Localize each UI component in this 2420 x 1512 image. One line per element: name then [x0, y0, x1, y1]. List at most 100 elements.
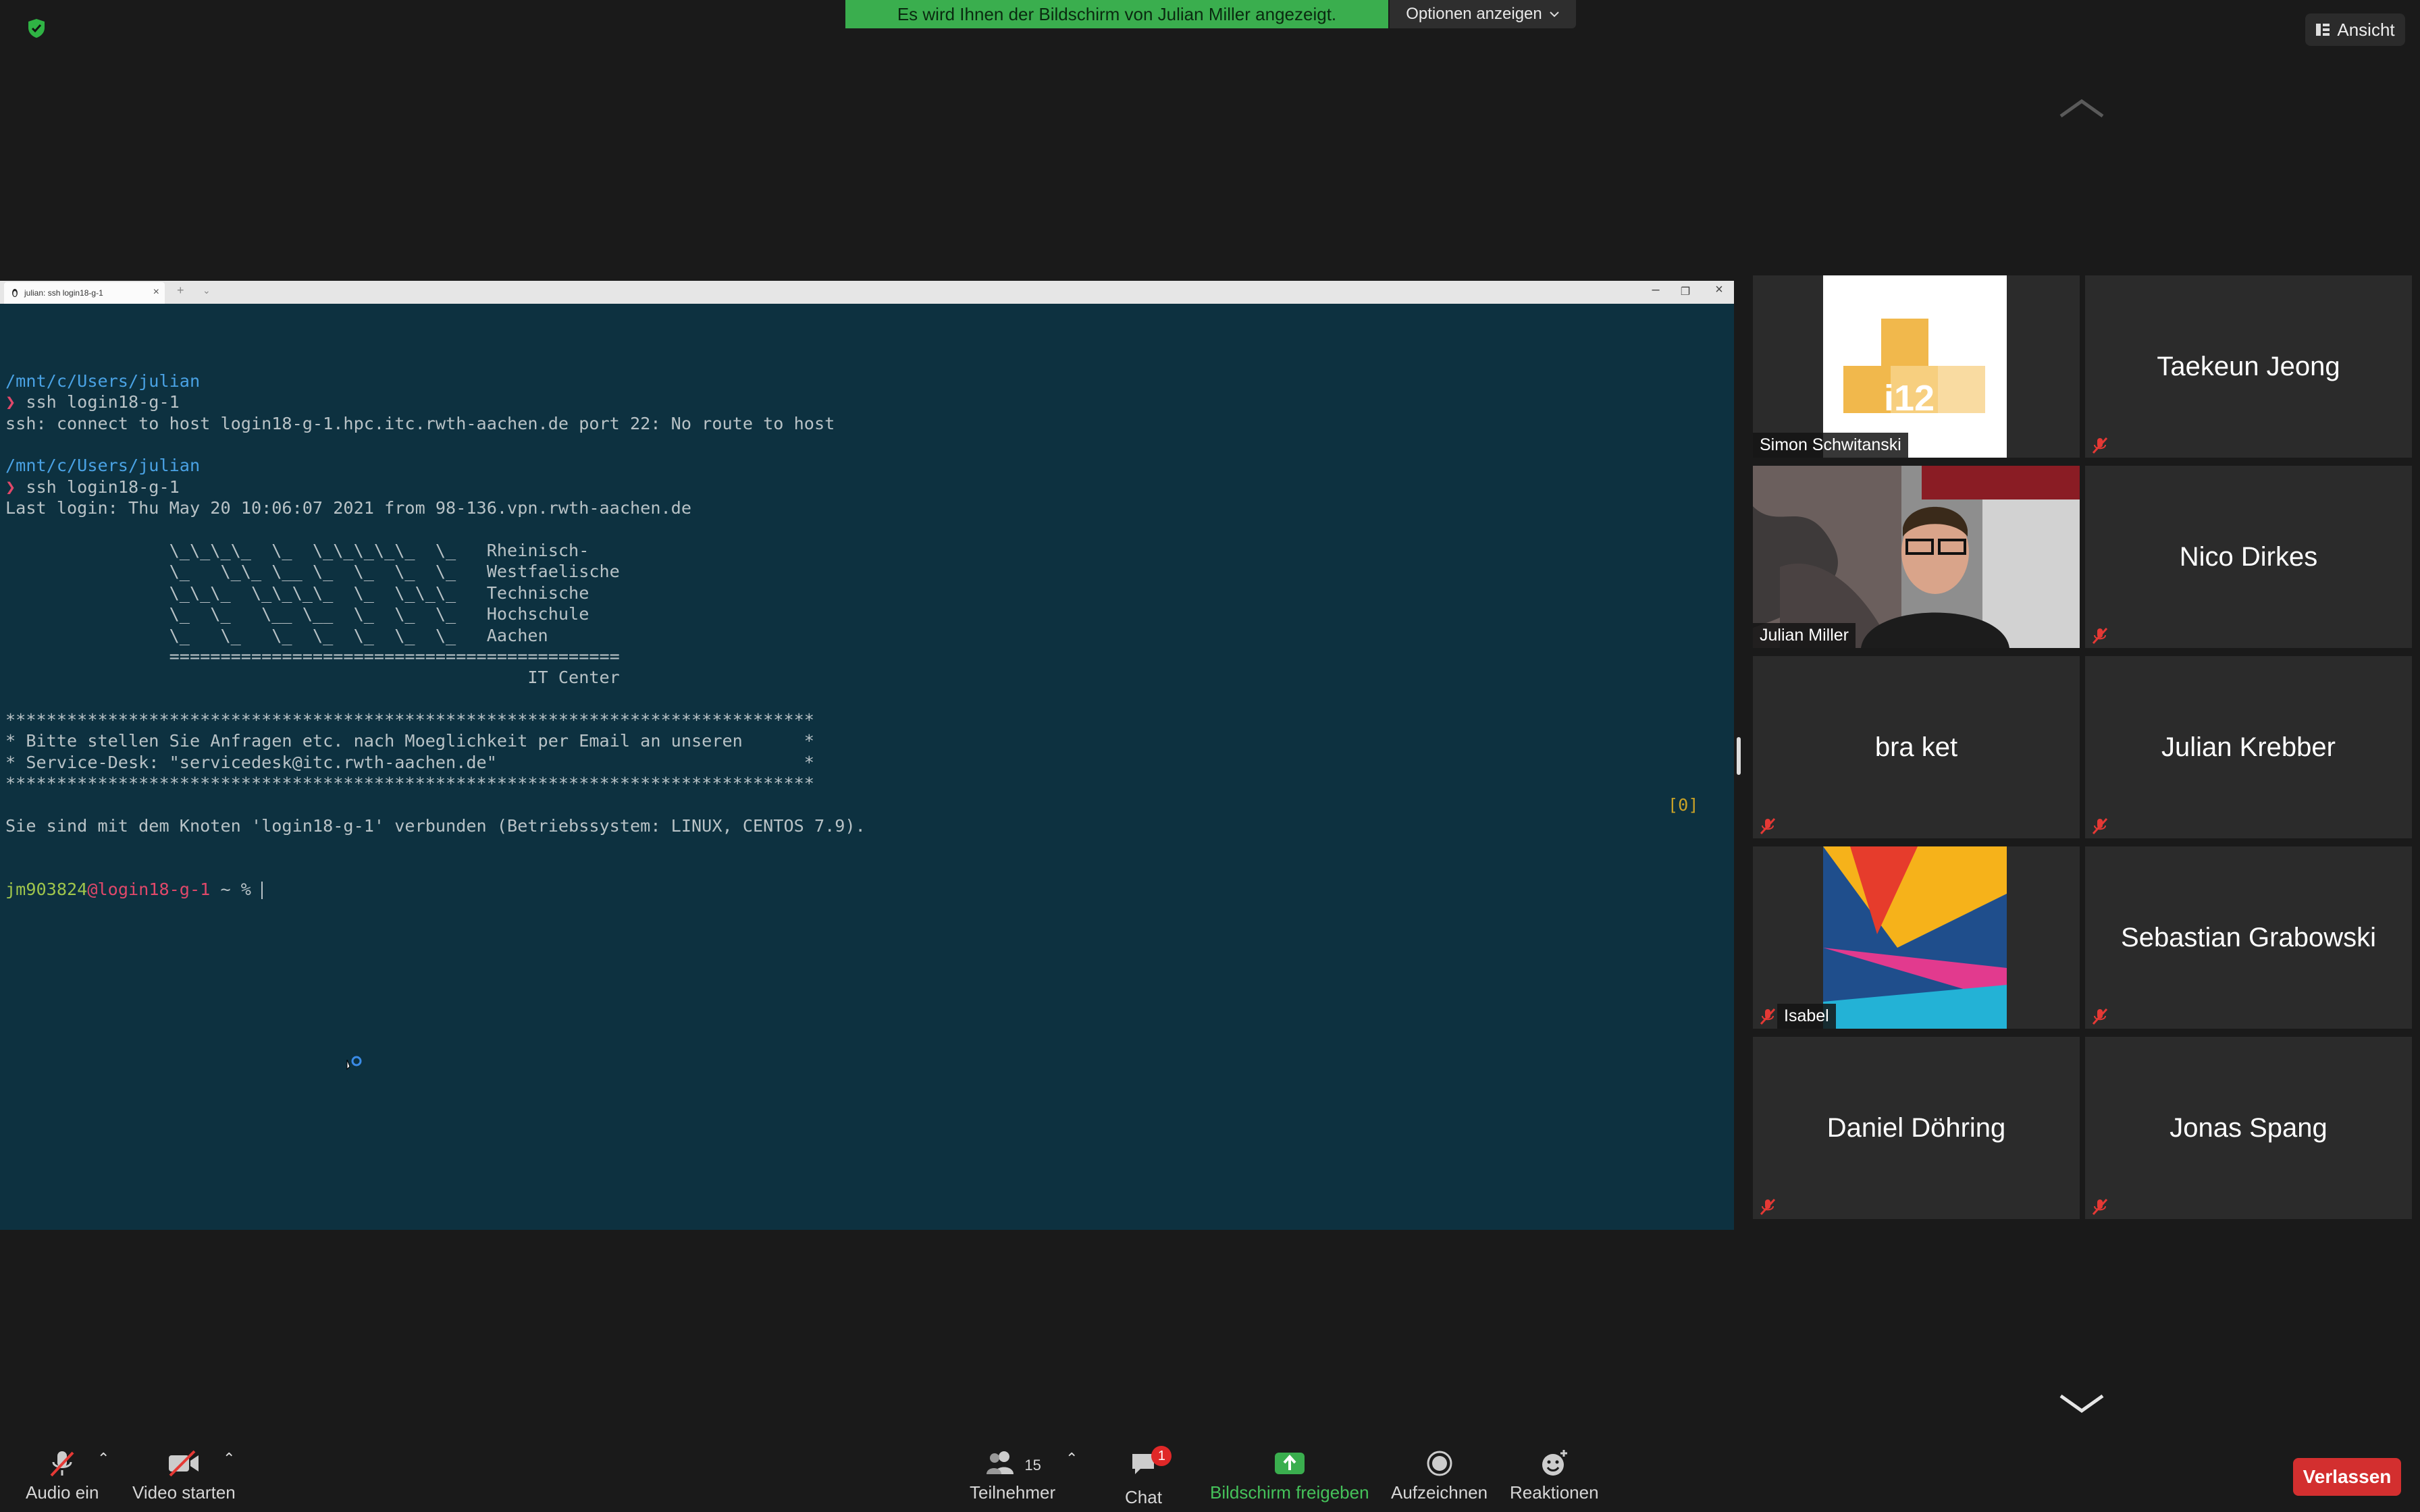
participant-tile[interactable]: i12 Simon Schwitanski — [1753, 275, 2080, 458]
terminal-line: ❯ ssh login18-g-1 — [5, 392, 180, 412]
audio-label: Audio ein — [26, 1482, 99, 1503]
terminal-output[interactable]: /mnt/c/Users/julian ❯ ssh login18-g-1 ssh:… — [0, 304, 1734, 1230]
close-window-icon[interactable]: × — [1706, 282, 1733, 298]
prompt-user: jm903824 — [5, 880, 88, 900]
view-options-button[interactable]: Optionen anzeigen — [1390, 0, 1576, 28]
terminal-tab-title: julian: ssh login18-g-1 — [24, 288, 103, 298]
mouse-cursor-icon — [346, 1056, 362, 1071]
participant-tile[interactable]: Sebastian Grabowski — [2085, 846, 2412, 1029]
participant-tile[interactable]: Nico Dirkes — [2085, 466, 2412, 648]
gallery-scroll-down-icon[interactable] — [2058, 1393, 2105, 1413]
participant-name: Daniel Döhring — [1826, 1112, 2006, 1143]
mic-muted-icon — [2090, 1197, 2109, 1216]
new-tab-icon[interactable]: + — [177, 284, 184, 298]
audio-options-caret-icon[interactable]: ⌃ — [97, 1450, 109, 1467]
terminal-line: * Bitte stellen Sie Anfragen etc. nach M… — [5, 731, 814, 751]
terminal-line: ****************************************… — [5, 774, 814, 794]
share-banner-text: Es wird Ihnen der Bildschirm von Julian … — [845, 0, 1388, 28]
avatar-logo-text: i12 — [1884, 378, 1935, 418]
participant-name: Julian Krebber — [2161, 732, 2336, 762]
participant-name: Taekeun Jeong — [2157, 351, 2340, 381]
abstract-avatar-image — [1823, 846, 2007, 1029]
prompt-arrow: ❯ — [5, 392, 16, 412]
terminal-line: Last login: Thu May 20 10:06:07 2021 fro… — [5, 498, 691, 518]
terminal-tab[interactable]: julian: ssh login18-g-1 × — [4, 282, 165, 304]
terminal-titlebar: julian: ssh login18-g-1 × + ⌄ – ❐ × — [0, 281, 1734, 304]
terminal-line: ❯ ssh login18-g-1 — [5, 477, 180, 497]
terminal-line: IT Center — [5, 668, 620, 688]
mic-muted-icon — [50, 1451, 74, 1477]
participant-tile[interactable]: Isabel — [1753, 846, 2080, 1029]
participant-name-label: Simon Schwitanski — [1753, 433, 1908, 458]
job-counter: [0] — [1668, 795, 1699, 815]
record-icon — [1427, 1451, 1452, 1476]
participants-button[interactable]: 15 Teilnehmer — [970, 1449, 1055, 1503]
participant-count: 15 — [1024, 1457, 1041, 1474]
chat-unread-badge: 1 — [1151, 1446, 1172, 1466]
participant-tile[interactable]: Julian Miller — [1753, 466, 2080, 648]
chat-button[interactable]: 1 Chat — [1125, 1446, 1172, 1508]
tab-dropdown-icon[interactable]: ⌄ — [203, 285, 211, 296]
participant-name: Jonas Spang — [2169, 1112, 2327, 1143]
video-label: Video starten — [132, 1482, 236, 1503]
mic-muted-icon — [1758, 1197, 1777, 1216]
mic-muted-icon — [2090, 817, 2109, 836]
mic-muted-icon — [2090, 1007, 2109, 1026]
terminal-line: /mnt/c/Users/julian — [5, 456, 201, 476]
mic-muted-icon — [1758, 1007, 1777, 1026]
start-video-button[interactable]: Video starten — [132, 1449, 236, 1503]
share-label: Bildschirm freigeben — [1210, 1482, 1369, 1503]
view-button[interactable]: Ansicht — [2305, 14, 2405, 46]
share-screen-button[interactable]: Bildschirm freigeben — [1210, 1449, 1369, 1503]
chevron-down-icon — [1550, 11, 1559, 18]
participant-tile[interactable]: Taekeun Jeong — [2085, 275, 2412, 458]
participant-name: Nico Dirkes — [2179, 541, 2318, 572]
camera-off-icon — [169, 1450, 199, 1477]
view-label: Ansicht — [2337, 19, 2395, 40]
meeting-toolbar: Audio ein ⌃ Video starten ⌃ 15 Teilnehme… — [0, 1442, 2420, 1512]
terminal-line: /mnt/c/Users/julian — [5, 371, 201, 391]
close-tab-icon[interactable]: × — [153, 286, 159, 298]
participants-options-caret-icon[interactable]: ⌃ — [1066, 1450, 1078, 1467]
unmute-audio-button[interactable]: Audio ein — [26, 1449, 99, 1503]
text-cursor — [261, 882, 263, 900]
participant-name: Sebastian Grabowski — [2121, 922, 2376, 952]
terminal-line: * Service-Desk: "servicedesk@itc.rwth-aa… — [5, 752, 814, 772]
terminal-line: ssh: connect to host login18-g-1.hpc.itc… — [5, 413, 835, 433]
terminal-lines: /mnt/c/Users/julian ❯ ssh login18-g-1 ssh:… — [5, 371, 1734, 837]
participant-tile[interactable]: Daniel Döhring — [1753, 1037, 2080, 1219]
split-divider-handle[interactable] — [1737, 737, 1741, 775]
chat-label: Chat — [1125, 1487, 1162, 1507]
i12-logo-avatar: i12 — [1823, 275, 2007, 458]
participant-name: bra ket — [1874, 732, 1958, 762]
record-button[interactable]: Aufzeichnen — [1391, 1449, 1488, 1503]
terminal-line: \_ \_ \__ \__ \_ \_ \_ Hochschule — [5, 604, 589, 624]
terminal-line: \_ \_\_ \__ \_ \_ \_ \_ Westfaelische — [5, 562, 620, 582]
maximize-icon[interactable]: ❐ — [1672, 285, 1699, 298]
record-label: Aufzeichnen — [1391, 1482, 1488, 1503]
leave-meeting-button[interactable]: Verlassen — [2293, 1458, 2401, 1496]
video-options-caret-icon[interactable]: ⌃ — [223, 1450, 235, 1467]
terminal-line: \_\_\_\_ \_ \_\_\_\_\_ \_ Rheinisch- — [5, 540, 589, 560]
mic-muted-icon — [2090, 626, 2109, 645]
terminal-prompt-line: jm903824@login18-g-1 ~ % — [5, 879, 1734, 900]
participant-tile[interactable]: Julian Krebber — [2085, 656, 2412, 838]
mic-muted-icon — [2090, 436, 2109, 455]
grid-view-icon — [2316, 24, 2330, 36]
participant-tile[interactable]: bra ket — [1753, 656, 2080, 838]
prompt-arrow: ❯ — [5, 477, 16, 497]
terminal-line: ****************************************… — [5, 710, 814, 730]
reactions-button[interactable]: Reaktionen — [1510, 1449, 1599, 1503]
gallery-scroll-up-icon[interactable] — [2058, 99, 2105, 119]
view-options-label: Optionen anzeigen — [1406, 5, 1542, 23]
prompt-host: @login18-g-1 — [87, 880, 211, 900]
reactions-label: Reaktionen — [1510, 1482, 1599, 1503]
mic-muted-icon — [1758, 817, 1777, 836]
minimize-icon[interactable]: – — [1642, 282, 1669, 298]
security-shield-icon[interactable] — [26, 18, 47, 39]
participant-tile[interactable]: Jonas Spang — [2085, 1037, 2412, 1219]
terminal-line: \_\_\_ \_\_\_\_ \_ \_\_\_ Technische — [5, 583, 589, 603]
